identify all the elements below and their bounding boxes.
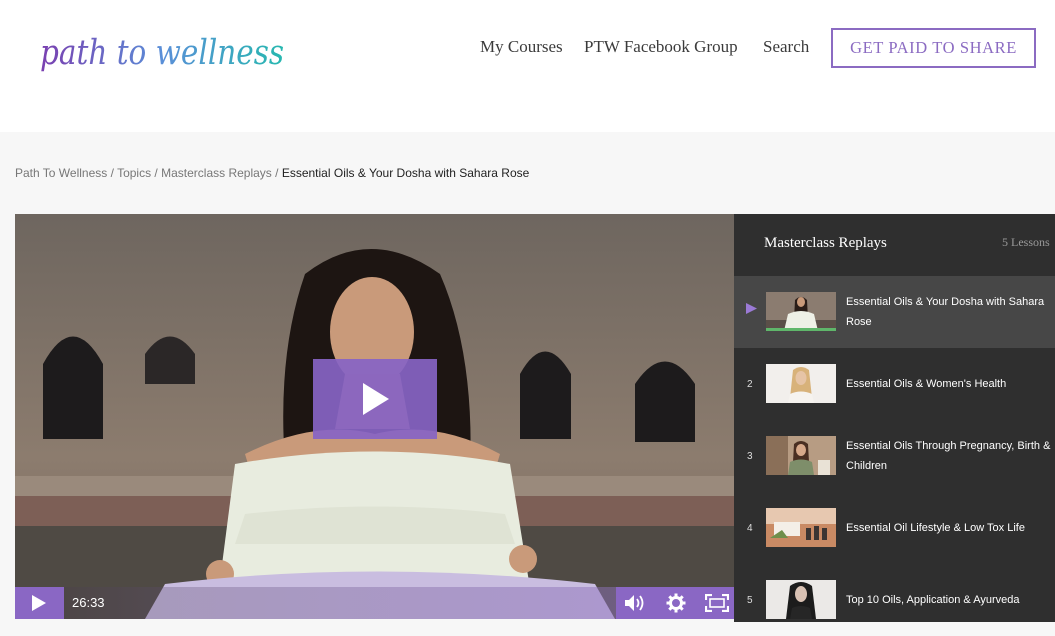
lesson-title: Essential Oils & Your Dosha with Sahara … — [846, 296, 1045, 328]
sidebar-header: Masterclass Replays 5 Lessons — [734, 214, 1055, 276]
nav-facebook-group[interactable]: PTW Facebook Group — [584, 36, 738, 58]
breadcrumb-home[interactable]: Path To Wellness — [15, 166, 107, 180]
lesson-title: Top 10 Oils, Application & Ayurveda — [846, 594, 1020, 606]
lesson-title: Essential Oil Lifestyle & Low Tox Life — [846, 522, 1025, 534]
lesson-thumbnail — [766, 364, 836, 403]
lesson-thumbnail — [766, 436, 836, 475]
lesson-number: 4 — [747, 523, 753, 534]
lesson-number: 5 — [747, 595, 753, 606]
breadcrumb-masterclass[interactable]: Masterclass Replays — [161, 166, 272, 180]
lesson-item-2[interactable]: 2 Essential Oils & Women's Health — [734, 348, 1055, 420]
lesson-title: Essential Oils Through Pregnancy, Birth … — [846, 440, 1051, 472]
sidebar-title: Masterclass Replays — [764, 235, 887, 251]
volume-icon[interactable] — [624, 594, 646, 612]
breadcrumb-separator: / — [107, 166, 118, 180]
lesson-item-3[interactable]: 3 Essential Oils Through Pregnancy, Birt… — [734, 420, 1055, 492]
video-player[interactable]: 26:33 — [15, 214, 734, 619]
lesson-thumbnail — [766, 580, 836, 619]
play-icon — [32, 595, 46, 611]
lesson-title: Essential Oils & Women's Health — [846, 378, 1007, 390]
lesson-item-4[interactable]: 4 Essential Oil Lifestyle & Low Tox Life — [734, 492, 1055, 564]
breadcrumb-separator: / — [151, 166, 162, 180]
logo[interactable]: path to wellness — [38, 14, 288, 92]
lesson-thumbnail — [766, 292, 836, 331]
breadcrumb-separator: / — [271, 166, 282, 180]
lesson-count: 5 Lessons — [1002, 235, 1050, 249]
lesson-item-1[interactable]: Essential Oils & Your Dosha with Sahara … — [734, 276, 1055, 348]
settings-gear-icon[interactable] — [666, 593, 686, 613]
lesson-number: 3 — [747, 451, 753, 462]
fullscreen-icon[interactable] — [705, 594, 729, 612]
breadcrumb-topics[interactable]: Topics — [117, 166, 151, 180]
play-icon — [363, 383, 389, 415]
nav-my-courses[interactable]: My Courses — [480, 36, 563, 58]
lesson-item-5[interactable]: 5 Top 10 Oils, Application & Ayurveda — [734, 564, 1055, 636]
logo-text: path to wellness — [40, 33, 284, 73]
video-controls: 26:33 — [15, 587, 734, 619]
lesson-thumbnail — [766, 508, 836, 547]
control-group — [616, 587, 734, 619]
now-playing-icon — [746, 303, 757, 314]
site-header: path to wellness My Courses PTW Facebook… — [0, 0, 1055, 132]
video-time: 26:33 — [72, 595, 105, 610]
breadcrumb: Path To Wellness / Topics / Masterclass … — [15, 164, 529, 182]
control-play-button[interactable] — [15, 587, 64, 619]
breadcrumb-current: Essential Oils & Your Dosha with Sahara … — [281, 166, 530, 180]
play-overlay-button[interactable] — [313, 359, 437, 439]
nav-search[interactable]: Search — [763, 36, 809, 58]
get-paid-to-share-button[interactable]: GET PAID TO SHARE — [831, 28, 1036, 68]
lesson-number: 2 — [747, 379, 753, 390]
lesson-sidebar: Masterclass Replays 5 Lessons Essential … — [734, 214, 1055, 622]
